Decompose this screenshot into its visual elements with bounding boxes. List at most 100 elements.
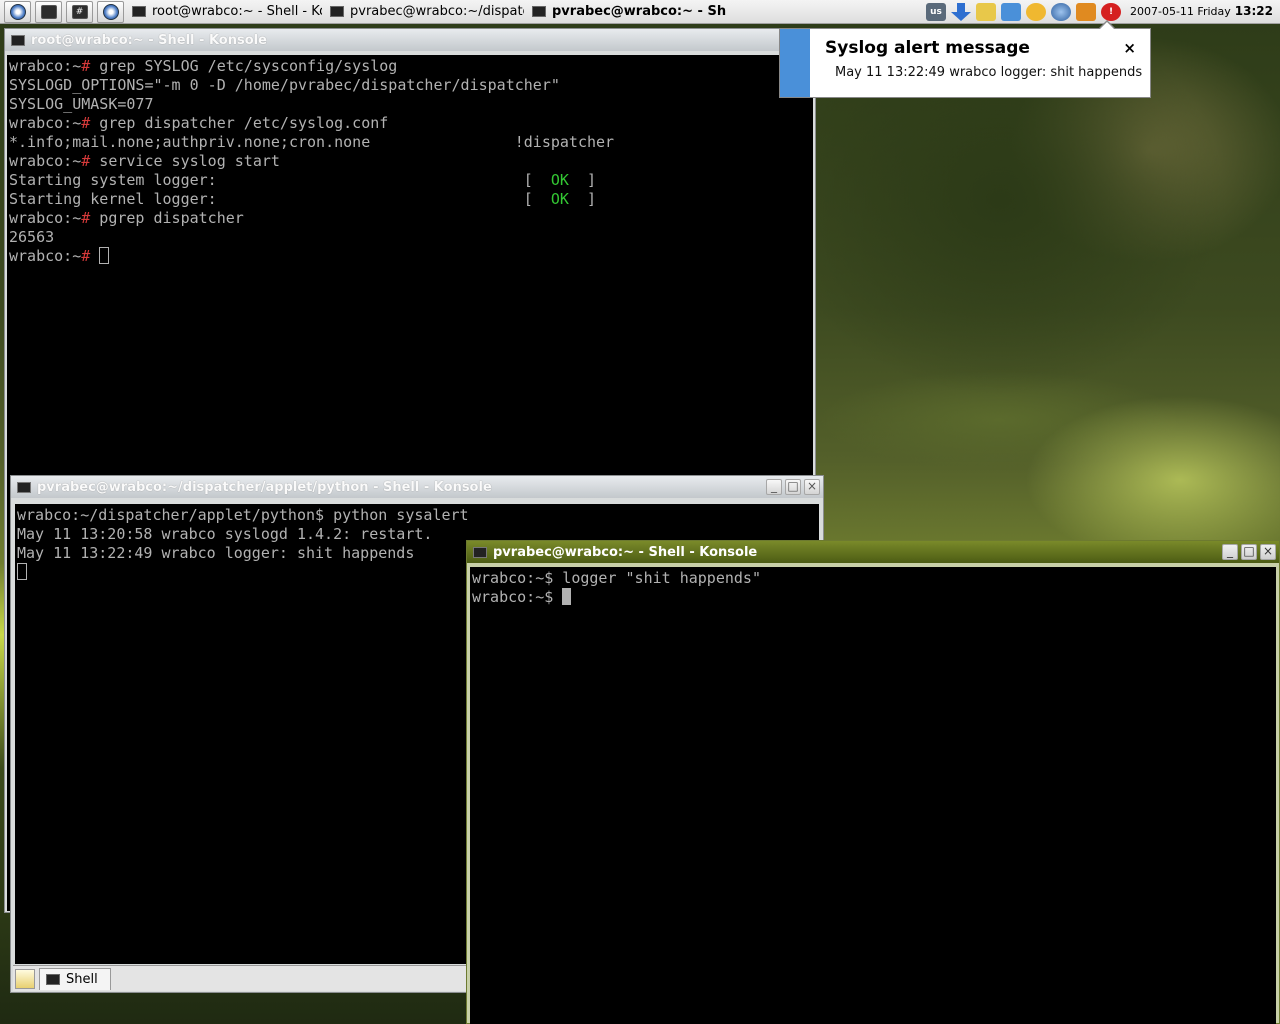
minimize-button[interactable]: _ <box>1222 544 1238 560</box>
close-button[interactable]: × <box>804 479 820 495</box>
konsole-window-user[interactable]: pvrabec@wrabco:~ - Shell - Konsole _ □ ×… <box>466 540 1280 1024</box>
text-cursor <box>99 247 110 264</box>
terminal-icon <box>473 546 487 558</box>
notification-message: May 11 13:22:49 wrabco logger: shit happ… <box>835 65 1143 80</box>
shell-prompt: wrabco:~ <box>9 114 82 132</box>
status-ok: OK <box>550 190 569 208</box>
control-center-launcher[interactable]: # <box>66 0 93 23</box>
terminal-line: wrabco:~$ logger "shit happends" <box>472 569 1274 588</box>
updater-icon[interactable] <box>1026 3 1046 21</box>
browser-launcher[interactable] <box>97 0 124 23</box>
terminal-line: wrabco:~# service syslog start <box>9 152 811 171</box>
line-text: grep dispatcher /etc/syslog.conf <box>90 114 389 132</box>
line-text: SYSLOG_UMASK=077 <box>9 95 154 113</box>
kmenu-launcher[interactable] <box>4 0 31 23</box>
control-center-icon: # <box>71 4 88 19</box>
shell-prompt: wrabco:~ <box>9 152 82 170</box>
line-text: grep SYSLOG /etc/sysconfig/syslog <box>90 57 398 75</box>
line-text: pgrep dispatcher <box>90 209 244 227</box>
line-text: service syslog start <box>90 152 280 170</box>
terminal-line: wrabco:~# grep SYSLOG /etc/sysconfig/sys… <box>9 57 811 76</box>
keyboard-layout-icon[interactable]: us <box>926 3 946 21</box>
download-arrow-icon[interactable] <box>951 3 971 21</box>
line-text <box>553 588 562 606</box>
shell-prompt: wrabco:~ <box>472 588 545 606</box>
window-title: root@wrabco:~ - Shell - Konsole <box>31 32 267 48</box>
terminal-icon <box>17 481 31 493</box>
desktop-launcher[interactable] <box>35 0 62 23</box>
task-label: root@wrabco:~ - Shell - Kon <box>152 4 322 19</box>
terminal-line: SYSLOG_UMASK=077 <box>9 95 811 114</box>
shell-prompt: wrabco:~ <box>9 247 82 265</box>
taskbar-task-python-shell[interactable]: pvrabec@wrabco:~/dispatc <box>328 1 524 23</box>
globe-icon[interactable] <box>1051 3 1071 21</box>
text-cursor <box>17 563 27 580</box>
prompt-symbol: $ <box>544 569 554 587</box>
prompt-symbol: # <box>81 152 91 170</box>
terminal-line: wrabco:~# pgrep dispatcher <box>9 209 811 228</box>
prompt-symbol: $ <box>544 588 554 606</box>
window-title: pvrabec@wrabco:~ - Shell - Konsole <box>493 544 758 560</box>
window-titlebar[interactable]: pvrabec@wrabco:~ - Shell - Konsole _ □ × <box>467 541 1279 563</box>
terminal-line: Starting system logger: [ OK ] <box>9 171 811 190</box>
system-tray: us ! <box>926 2 1126 22</box>
alert-icon[interactable]: ! <box>1101 3 1121 21</box>
notification-title: Syslog alert message <box>825 38 1030 58</box>
terminal-line: wrabco:~# grep dispatcher /etc/syslog.co… <box>9 114 811 133</box>
taskbar-task-root-shell[interactable]: root@wrabco:~ - Shell - Kon <box>130 1 322 23</box>
prompt-symbol: # <box>81 57 91 75</box>
taskbar-task-user-shell[interactable]: pvrabec@wrabco:~ - Sh <box>530 1 726 23</box>
line-text: *.info;mail.none;authpriv.none;cron.none… <box>9 133 615 151</box>
tab-shell[interactable]: Shell <box>39 967 111 990</box>
notification-accent <box>780 29 810 97</box>
terminal-line: *.info;mail.none;authpriv.none;cron.none… <box>9 133 811 152</box>
close-icon[interactable]: × <box>1123 39 1136 57</box>
shell-prompt: wrabco:~/dispatcher/applet/python <box>17 506 316 524</box>
minimize-button[interactable]: _ <box>766 479 782 495</box>
tab-label: Shell <box>66 971 98 987</box>
line-text: Starting system logger: [ <box>9 171 551 189</box>
terminal-icon <box>11 34 25 46</box>
clock[interactable]: 2007-05-11 Friday 13:22 <box>1130 4 1273 18</box>
status-ok: OK <box>550 171 569 189</box>
terminal-output[interactable]: wrabco:~$ logger "shit happends" wrabco:~… <box>470 567 1276 1024</box>
line-text: SYSLOGD_OPTIONS="-m 0 -D /home/pvrabec/d… <box>9 76 560 94</box>
klipper-icon[interactable] <box>976 3 996 21</box>
task-label: pvrabec@wrabco:~ - Sh <box>552 4 726 19</box>
line-text: 26563 <box>9 228 55 246</box>
new-session-icon[interactable] <box>15 968 35 989</box>
terminal-line: Starting kernel logger: [ OK ] <box>9 190 811 209</box>
window-titlebar[interactable]: root@wrabco:~ - Shell - Konsole _ <box>5 29 815 51</box>
syslog-alert-popup[interactable]: Syslog alert message × May 11 13:22:49 w… <box>779 20 1151 98</box>
terminal-line: wrabco:~/dispatcher/applet/python$ pytho… <box>17 506 817 525</box>
terminal-line: 26563 <box>9 228 811 247</box>
shell-prompt: wrabco:~ <box>9 209 82 227</box>
terminal-icon <box>46 973 60 985</box>
prompt-symbol: # <box>81 247 91 265</box>
prompt-symbol: $ <box>315 506 325 524</box>
maximize-button[interactable]: □ <box>1241 544 1257 560</box>
window-titlebar[interactable]: pvrabec@wrabco:~/dispatcher/applet/pytho… <box>11 476 823 498</box>
line-text: ] <box>568 190 597 208</box>
terminal-icon <box>132 6 146 17</box>
line-text: python sysalert <box>324 506 469 524</box>
network-icon[interactable] <box>1001 3 1021 21</box>
window-title: pvrabec@wrabco:~/dispatcher/applet/pytho… <box>37 479 492 495</box>
terminal-line: wrabco:~$ <box>472 588 1274 607</box>
terminal-icon <box>330 6 344 17</box>
task-label: pvrabec@wrabco:~/dispatc <box>350 4 524 19</box>
shell-prompt: wrabco:~ <box>472 569 545 587</box>
shell-prompt: wrabco:~ <box>9 57 82 75</box>
maximize-button[interactable]: □ <box>785 479 801 495</box>
terminal-line: SYSLOGD_OPTIONS="-m 0 -D /home/pvrabec/d… <box>9 76 811 95</box>
browser-icon <box>102 3 119 20</box>
close-button[interactable]: × <box>1260 544 1276 560</box>
kmenu-icon <box>9 3 26 20</box>
terminal-line: wrabco:~# <box>9 247 811 266</box>
folder-icon[interactable] <box>1076 3 1096 21</box>
line-text: Starting kernel logger: [ <box>9 190 551 208</box>
line-text: logger "shit happends" <box>553 569 761 587</box>
line-text: ] <box>568 171 597 189</box>
prompt-symbol: # <box>81 209 91 227</box>
keyboard-layout-label: us <box>930 7 942 17</box>
